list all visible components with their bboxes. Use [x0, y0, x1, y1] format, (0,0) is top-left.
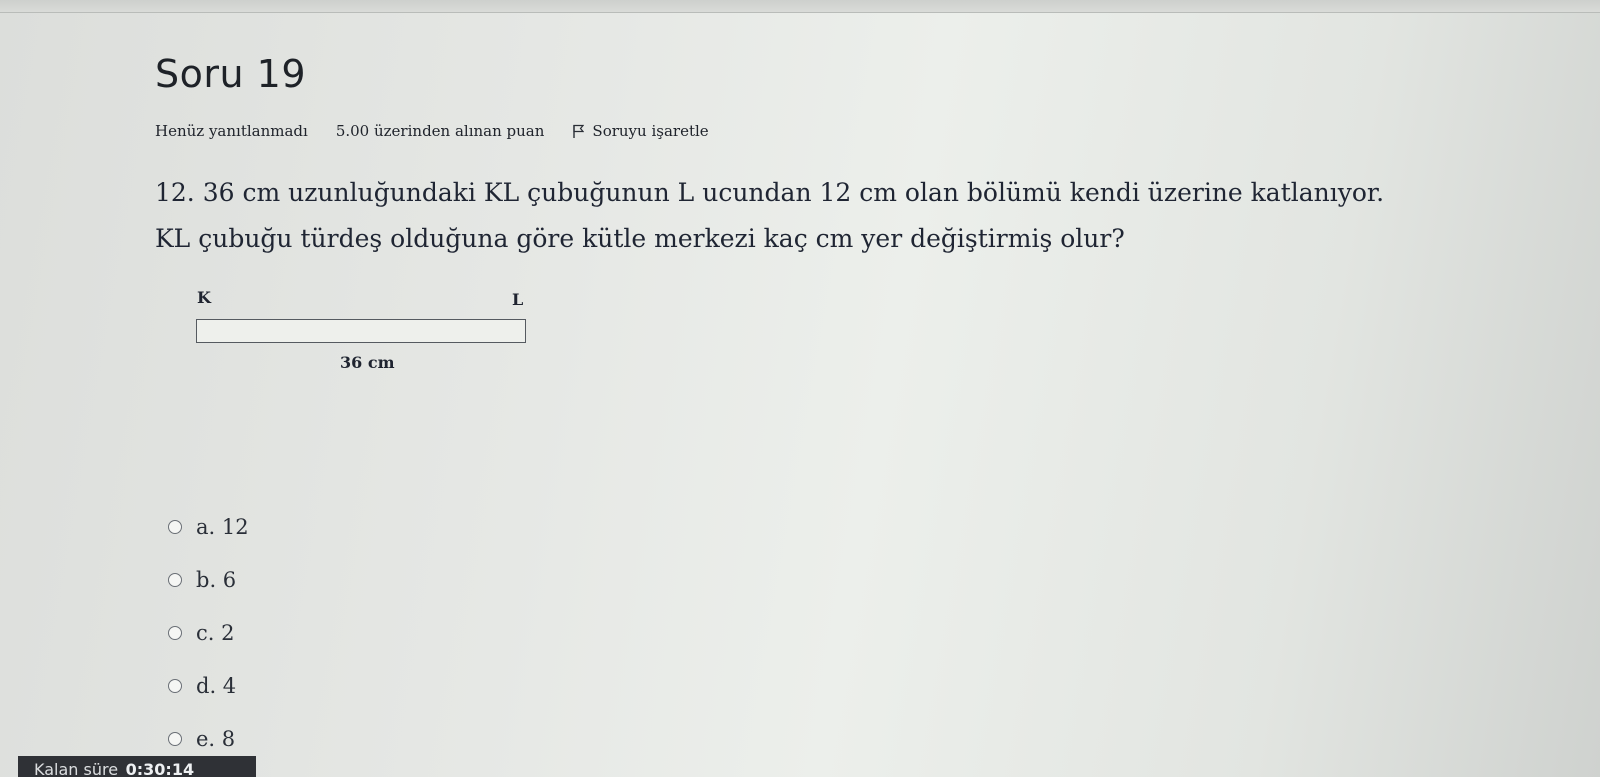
option-a[interactable]: a. 12 [168, 500, 249, 553]
option-b[interactable]: b. 6 [168, 553, 249, 606]
flag-question-label: Soruyu işaretle [592, 122, 709, 140]
radio-button-icon[interactable] [168, 731, 182, 746]
radio-button-icon[interactable] [168, 678, 182, 693]
answer-options: a. 12 b. 6 c. 2 d. 4 e. 8 [168, 500, 249, 765]
figure-label-l: L [512, 290, 524, 309]
flag-question-button[interactable]: Soruyu işaretle [572, 122, 709, 140]
remaining-time-value: 0:30:14 [125, 760, 195, 777]
radio-button-icon[interactable] [168, 572, 182, 587]
figure-length-label: 36 cm [340, 353, 395, 372]
option-label: d. 4 [196, 673, 237, 698]
option-label: e. 8 [196, 726, 236, 751]
option-label: a. 12 [196, 514, 249, 539]
remaining-time-panel: Kalan süre 0:30:14 [18, 756, 256, 777]
rod-shape [196, 319, 526, 343]
rod-figure: K L 36 cm [190, 280, 550, 390]
option-d[interactable]: d. 4 [168, 659, 249, 712]
question-text: 12. 36 cm uzunluğundaki KL çubuğunun L u… [155, 178, 1385, 253]
question-info-row: Henüz yanıtlanmadı 5.00 üzerinden alınan… [155, 122, 709, 140]
browser-top-strip [0, 0, 1600, 13]
option-label: b. 6 [196, 567, 237, 592]
option-label: c. 2 [196, 620, 235, 645]
radio-button-icon[interactable] [168, 519, 182, 534]
question-status: Henüz yanıtlanmadı [155, 122, 308, 140]
question-points: 5.00 üzerinden alınan puan [335, 122, 545, 140]
question-title: Soru 19 [155, 52, 307, 96]
radio-button-icon[interactable] [168, 625, 182, 640]
flag-icon [573, 124, 585, 138]
remaining-time-label: Kalan süre [34, 760, 119, 777]
figure-label-k: K [197, 288, 211, 307]
option-c[interactable]: c. 2 [168, 606, 249, 659]
